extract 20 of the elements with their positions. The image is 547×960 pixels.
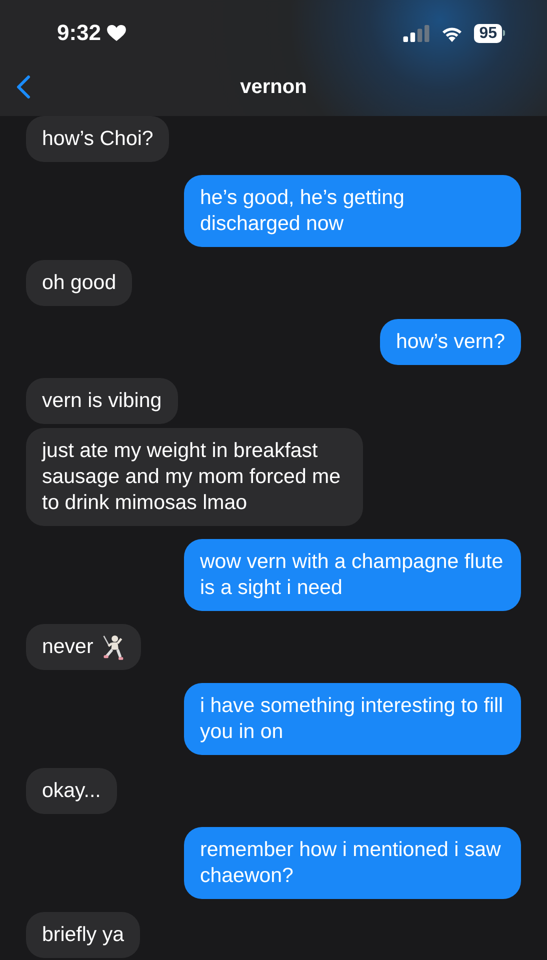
status-time: 9:32 [57,20,102,46]
heart-icon [107,24,126,42]
message-bubble: okay... [26,768,117,814]
message-bubble: just ate my weight in breakfast sausage and my mom forced me to drink mimosas lmao [26,428,363,526]
message-bubble: how’s Choi? [26,116,170,162]
wifi-icon [440,24,464,42]
fencer-icon [101,634,126,660]
contact-name: vernon [240,76,307,98]
signal-icon [403,24,430,42]
message-bubble: how’s vern? [380,319,521,365]
message-bubble: i have something interesting to fill you in on [184,683,521,755]
back-icon[interactable] [16,75,31,99]
message-bubble: remember how i mentioned i saw chaewon? [184,827,521,899]
message-bubble: he’s good, he’s getting discharged now [184,175,521,247]
message-bubble: vern is vibing [26,378,178,424]
message-bubble: oh good [26,260,132,306]
message-bubble: briefly ya [26,912,140,958]
message-bubble: never [26,624,142,670]
message-bubble: wow vern with a champagne flute is a sight i need [184,539,521,611]
battery-indicator: 95 [474,24,505,42]
